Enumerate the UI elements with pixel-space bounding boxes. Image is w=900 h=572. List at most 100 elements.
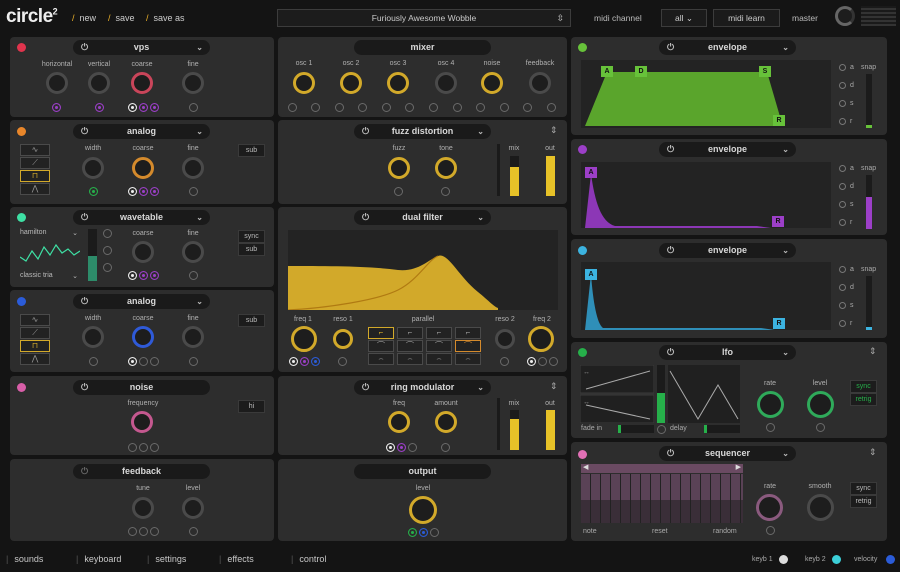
keyb2-dot[interactable] (832, 555, 841, 564)
mod-slot[interactable] (397, 443, 406, 452)
coarse-knob[interactable] (132, 157, 154, 179)
tab-settings[interactable]: settings (147, 554, 186, 564)
env-mod-s[interactable] (839, 201, 846, 208)
power-icon[interactable]: ⏻ (81, 210, 88, 225)
mod-slot[interactable] (128, 103, 137, 112)
mod-slot[interactable] (128, 271, 137, 280)
env-mod-d[interactable] (839, 82, 846, 89)
seq-sync-button[interactable]: sync (850, 482, 877, 495)
env-mod-r[interactable] (839, 118, 846, 125)
lfo-sync-button[interactable]: sync (850, 380, 877, 393)
lfo-level-knob[interactable] (807, 391, 834, 418)
mod-slot[interactable] (150, 271, 159, 280)
fade-in-slider[interactable] (618, 425, 654, 433)
mod-slot[interactable] (139, 443, 148, 452)
new-button[interactable]: new (72, 13, 97, 23)
env-mod-d[interactable] (839, 284, 846, 291)
up-down-arrows-icon[interactable]: ⇕ (869, 447, 877, 458)
mod-slot[interactable] (139, 103, 148, 112)
lfo-retrig-button[interactable]: retrig (850, 393, 877, 406)
filter2-type-button[interactable]: ⌐ (455, 327, 481, 339)
seq-retrig-button[interactable]: retrig (850, 495, 877, 508)
vertical-knob[interactable] (88, 72, 110, 94)
width-knob[interactable] (82, 157, 104, 179)
master-knob[interactable] (835, 6, 855, 26)
mod-slot[interactable] (311, 357, 320, 366)
seq-smooth-knob[interactable] (807, 494, 834, 521)
mod-slot[interactable] (500, 103, 509, 112)
lfo-shape-selector[interactable]: ↔↔ (580, 365, 654, 423)
mix-slider[interactable] (510, 410, 519, 450)
mod-slot[interactable] (816, 423, 825, 432)
freq1-knob[interactable] (291, 326, 317, 352)
fx1-title[interactable]: ⏻ fuzz distortion ⌄ (354, 124, 491, 139)
mod-slot[interactable] (419, 528, 428, 537)
tab-effects[interactable]: effects (219, 554, 253, 564)
filter1-type-lowpass[interactable]: ⌐ (368, 327, 394, 339)
env-node-attack[interactable]: A (585, 167, 597, 178)
mod-slot[interactable] (453, 103, 462, 112)
mod-slot[interactable] (103, 229, 112, 238)
osc1-color-dot[interactable] (17, 43, 26, 52)
sub-button[interactable]: sub (238, 243, 265, 256)
fx2-title[interactable]: ⏻ ring modulator ⌄ (354, 380, 491, 395)
mod-slot[interactable] (766, 526, 775, 535)
power-icon[interactable]: ⏻ (667, 243, 674, 258)
env-mod-a[interactable] (839, 165, 846, 172)
env-node-release[interactable]: R (773, 318, 785, 329)
lfo-color-dot[interactable] (578, 348, 587, 357)
seq-length-bar[interactable]: ◀ ▶ (581, 464, 743, 473)
delay-slider[interactable] (704, 425, 740, 433)
mod-slot[interactable] (289, 357, 298, 366)
mod-slot[interactable] (547, 103, 556, 112)
mod-slot[interactable] (139, 271, 148, 280)
mod-slot[interactable] (476, 103, 485, 112)
wave-square-button[interactable]: ⊓ (20, 340, 50, 352)
lfo-amount-slider[interactable] (657, 365, 665, 423)
osc2-color-dot[interactable] (17, 127, 26, 136)
env-node-release[interactable]: R (772, 216, 784, 227)
mod-slot[interactable] (430, 528, 439, 537)
mod-slot[interactable] (103, 263, 112, 272)
osc4-color-dot[interactable] (17, 297, 26, 306)
mod-slot[interactable] (386, 443, 395, 452)
filter2-type-button[interactable]: ⌢ (455, 353, 481, 365)
wave-sine-button[interactable]: ∿ (20, 314, 50, 326)
noise-level-knob[interactable] (481, 72, 503, 94)
coarse-knob[interactable] (131, 72, 153, 94)
env-mod-a[interactable] (839, 266, 846, 273)
up-down-arrows-icon[interactable]: ⇕ (550, 125, 558, 136)
feedback-title[interactable]: ⏻ feedback (73, 464, 210, 479)
mod-slot[interactable] (89, 187, 98, 196)
osc2-level-knob[interactable] (340, 72, 362, 94)
lfo-title[interactable]: ⏻ lfo ⌄ (659, 345, 796, 360)
env-mod-a[interactable] (839, 64, 846, 71)
midi-channel-select[interactable]: all ⌄ (661, 9, 707, 27)
mod-slot[interactable] (103, 246, 112, 255)
reso1-knob[interactable] (333, 329, 353, 349)
noise-color-dot[interactable] (17, 383, 26, 392)
mod-slot[interactable] (382, 103, 391, 112)
mod-slot[interactable] (335, 103, 344, 112)
mod-slot[interactable] (139, 357, 148, 366)
env-mod-r[interactable] (839, 320, 846, 327)
mod-slot[interactable] (89, 357, 98, 366)
tab-sounds[interactable]: sounds (6, 554, 43, 564)
wavetable-shape-select[interactable]: classic tria ⌄ (20, 272, 78, 280)
mod-slot[interactable] (657, 425, 666, 434)
coarse-knob[interactable] (132, 326, 154, 348)
mod-slot[interactable] (189, 271, 198, 280)
env-mod-s[interactable] (839, 100, 846, 107)
fuzz-knob[interactable] (388, 157, 410, 179)
power-icon[interactable]: ⏻ (667, 40, 674, 55)
mod-slot[interactable] (150, 527, 159, 536)
mod-slot[interactable] (549, 357, 558, 366)
sub-button[interactable]: sub (238, 314, 265, 327)
snap-slider[interactable] (866, 175, 872, 229)
wave-sine-button[interactable]: ∿ (20, 144, 50, 156)
amount-knob[interactable] (435, 411, 457, 433)
filter-title[interactable]: ⏻ dual filter ⌄ (354, 210, 491, 225)
env-node-sustain[interactable]: S (759, 66, 771, 77)
mod-slot[interactable] (500, 357, 509, 366)
mod-slot[interactable] (441, 187, 450, 196)
